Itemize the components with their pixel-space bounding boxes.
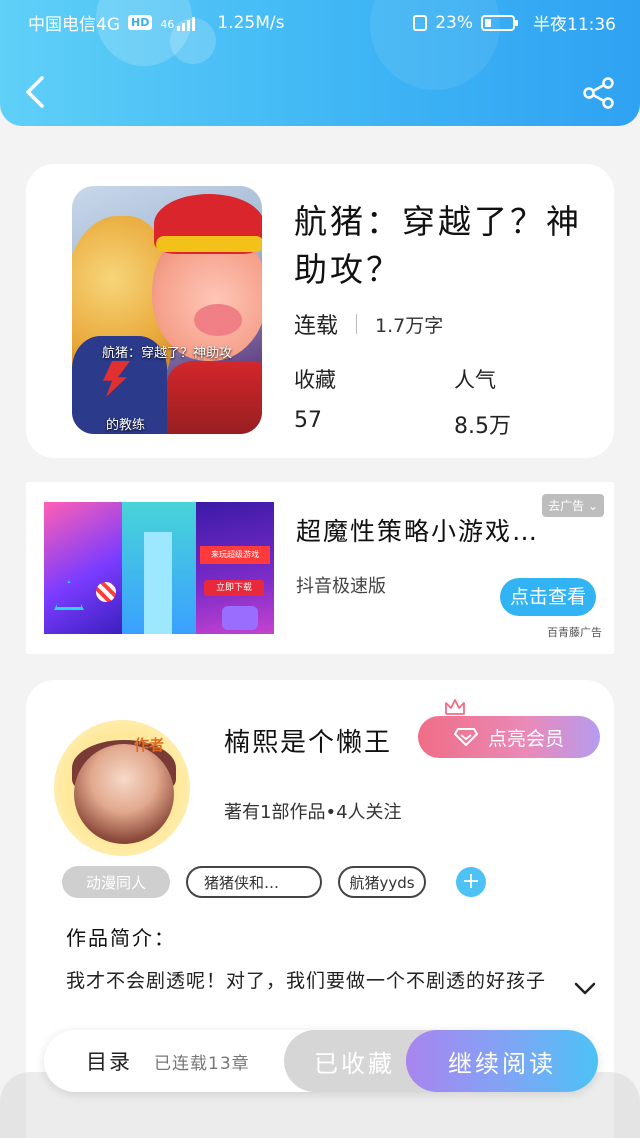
vip-button[interactable]: 点亮会员 [418,716,600,758]
remove-ad-button[interactable]: 去广告 ⌄ [542,494,604,517]
ad-panel-3: 来玩超级游戏 立即下载 [196,502,274,634]
ad-image-download: 立即下载 [204,580,264,596]
serial-status: 连载 [294,314,339,339]
clock: 半夜11:36 [533,15,616,35]
signal-icon: 46 [160,15,196,31]
continue-reading-label: 继续阅读 [448,1049,556,1078]
favorited-label: 已收藏 [314,1049,395,1078]
cover-caption: 航猪：穿越了？神助攻 [101,346,232,361]
tag-item[interactable]: 猪猪侠和… [186,866,322,898]
continue-reading-button[interactable]: 继续阅读 [406,1030,598,1092]
book-cover[interactable]: 航猪：穿越了？神助攻 的教练 [72,186,262,434]
stat-popularity-value: 8.5万 [454,414,511,439]
author-meta: 著有1部作品•4人关注 [224,802,402,823]
author-avatar[interactable]: 作者 [54,720,190,856]
hd-badge: HD [128,15,153,30]
chevron-down-icon[interactable] [574,982,596,996]
word-count: 1.7万字 [375,314,444,337]
author-name[interactable]: 楠熙是个懒王 [224,722,392,759]
ad-image[interactable]: 来玩超级游戏 立即下载 [44,502,274,634]
battery-icon [481,14,518,31]
stat-popularity-label: 人气 [454,368,496,392]
book-title: 航猪：穿越了？神助攻？ [294,202,582,289]
ad-title: 超魔性策略小游戏… [296,517,540,546]
crown-icon [445,699,465,715]
ad-panel-1 [44,502,122,634]
bottom-action-bar: 目录 已连载13章 已收藏 继续阅读 [44,1030,598,1092]
carrier-label: 中国电信4G [28,15,120,35]
remove-ad-label: 去广告 [548,499,585,513]
stat-favorites-value: 57 [294,408,322,433]
stat-favorites-label: 收藏 [294,368,336,392]
chevron-down-icon: ⌄ [587,499,598,513]
vibrate-icon [413,14,428,31]
app-header: 中国电信4G HD 46 1.25M/s 23% 半夜11:36 [0,0,640,126]
ball-icon [96,582,116,602]
cover-caption-2: 的教练 [106,418,146,433]
chapter-count: 已连载13章 [154,1054,250,1074]
ad-view-button[interactable]: 点击查看 [500,578,596,616]
intro-text: 我才不会剧透呢！对了，我们要做一个不剧透的好孩子 [66,970,547,992]
divider [356,314,358,334]
ad-image-text: 来玩超级游戏 [200,546,270,564]
ad-source: 抖音极速版 [296,576,386,597]
net-type-label: 46 [160,17,175,31]
tag-item[interactable]: 航猪yyds [338,866,426,898]
game-console-icon [222,606,258,630]
intro-label: 作品简介： [66,926,176,950]
tag-item[interactable]: 动漫同人 [62,866,170,898]
book-status-row: 连载 1.7万字 [294,308,443,340]
status-bar: 中国电信4G HD 46 1.25M/s 23% 半夜11:36 [0,10,640,36]
cover-pig-hatband [156,236,262,252]
battery-percent: 23% [435,12,473,33]
add-tag-icon[interactable]: + [456,867,486,897]
ad-panel-2 [122,502,196,634]
back-arrow-icon[interactable] [22,74,50,110]
ad-banner[interactable]: 来玩超级游戏 立即下载 超魔性策略小游戏… 抖音极速版 去广告 ⌄ 点击查看 百… [26,482,614,654]
cover-pig-armor [167,361,262,434]
tower-shape [144,532,172,634]
book-info-card: 航猪：穿越了？神助攻 的教练 航猪：穿越了？神助攻？ 连载 1.7万字 收藏 5… [26,164,614,458]
cover-pig-snout [194,304,242,336]
triangle-icon [54,580,84,610]
avatar-face [74,744,174,844]
network-speed: 1.25M/s [217,12,285,33]
diamond-icon [453,728,478,746]
ad-network-label: 百青藤广告 [547,626,602,639]
toc-button[interactable]: 目录 [86,1046,132,1076]
author-badge-label: 作者 [134,736,165,754]
share-icon[interactable] [582,76,616,110]
tag-list: 动漫同人 猪猪侠和… 航猪yyds + [62,866,486,898]
vip-button-label: 点亮会员 [487,727,564,750]
